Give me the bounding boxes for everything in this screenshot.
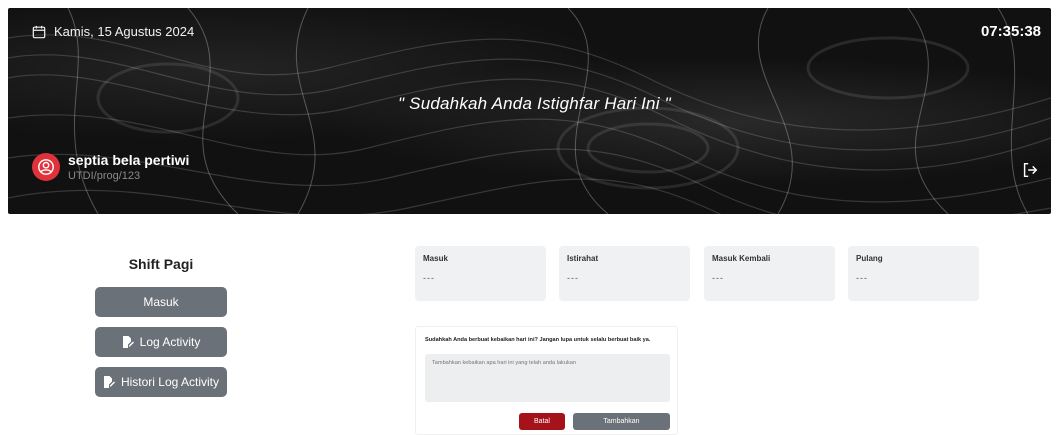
activity-history-button[interactable]: Histori Log Activity xyxy=(95,367,227,397)
card-value: --- xyxy=(712,273,724,283)
date-text: Kamis, 15 Agustus 2024 xyxy=(54,24,195,39)
card-check-in: Masuk --- xyxy=(415,246,546,301)
log-activity-button[interactable]: Log Activity xyxy=(95,327,227,357)
user-id: UTDI/prog/123 xyxy=(68,170,141,182)
log-activity-label: Log Activity xyxy=(139,335,201,349)
file-edit-icon xyxy=(103,376,115,388)
card-check-out: Pulang --- xyxy=(848,246,979,301)
calendar-icon xyxy=(32,25,46,38)
user-circle-icon xyxy=(38,159,54,175)
user-info: septia bela pertiwi UTDI/prog/123 xyxy=(68,152,189,182)
kindness-input[interactable] xyxy=(425,354,670,402)
kindness-form: Sudahkah Anda berbuat kebaikan hari ini?… xyxy=(415,326,678,435)
card-break: Istirahat --- xyxy=(559,246,690,301)
header-banner: Kamis, 15 Agustus 2024 07:35:38 " Sudahk… xyxy=(8,8,1051,214)
check-in-button[interactable]: Masuk xyxy=(95,287,227,317)
card-value: --- xyxy=(856,273,868,283)
card-label: Pulang xyxy=(856,254,883,263)
card-label: Istirahat xyxy=(567,254,599,263)
header-date: Kamis, 15 Agustus 2024 xyxy=(32,24,194,39)
card-value: --- xyxy=(567,273,579,283)
avatar[interactable] xyxy=(32,153,60,181)
card-label: Masuk xyxy=(423,254,448,263)
user-name: septia bela pertiwi xyxy=(68,152,190,168)
card-value: --- xyxy=(423,273,435,283)
attendance-page: Kamis, 15 Agustus 2024 07:35:38 " Sudahk… xyxy=(0,0,1059,435)
kindness-prompt: Sudahkah Anda berbuat kebaikan hari ini?… xyxy=(425,337,651,343)
logout-icon[interactable] xyxy=(1021,161,1039,179)
check-in-label: Masuk xyxy=(143,295,179,309)
cancel-button[interactable]: Batal xyxy=(519,413,565,430)
current-time: 07:35:38 xyxy=(980,23,1041,40)
header-quote: " Sudahkah Anda Istighfar Hari Ini " xyxy=(398,94,671,113)
card-return: Masuk Kembali --- xyxy=(704,246,835,301)
file-edit-icon xyxy=(122,336,134,348)
activity-history-label: Histori Log Activity xyxy=(120,375,220,389)
card-label: Masuk Kembali xyxy=(712,254,771,263)
user-profile: septia bela pertiwi UTDI/prog/123 xyxy=(32,152,189,182)
shift-title: Shift Pagi xyxy=(128,256,194,272)
add-button[interactable]: Tambahkan xyxy=(573,413,670,430)
